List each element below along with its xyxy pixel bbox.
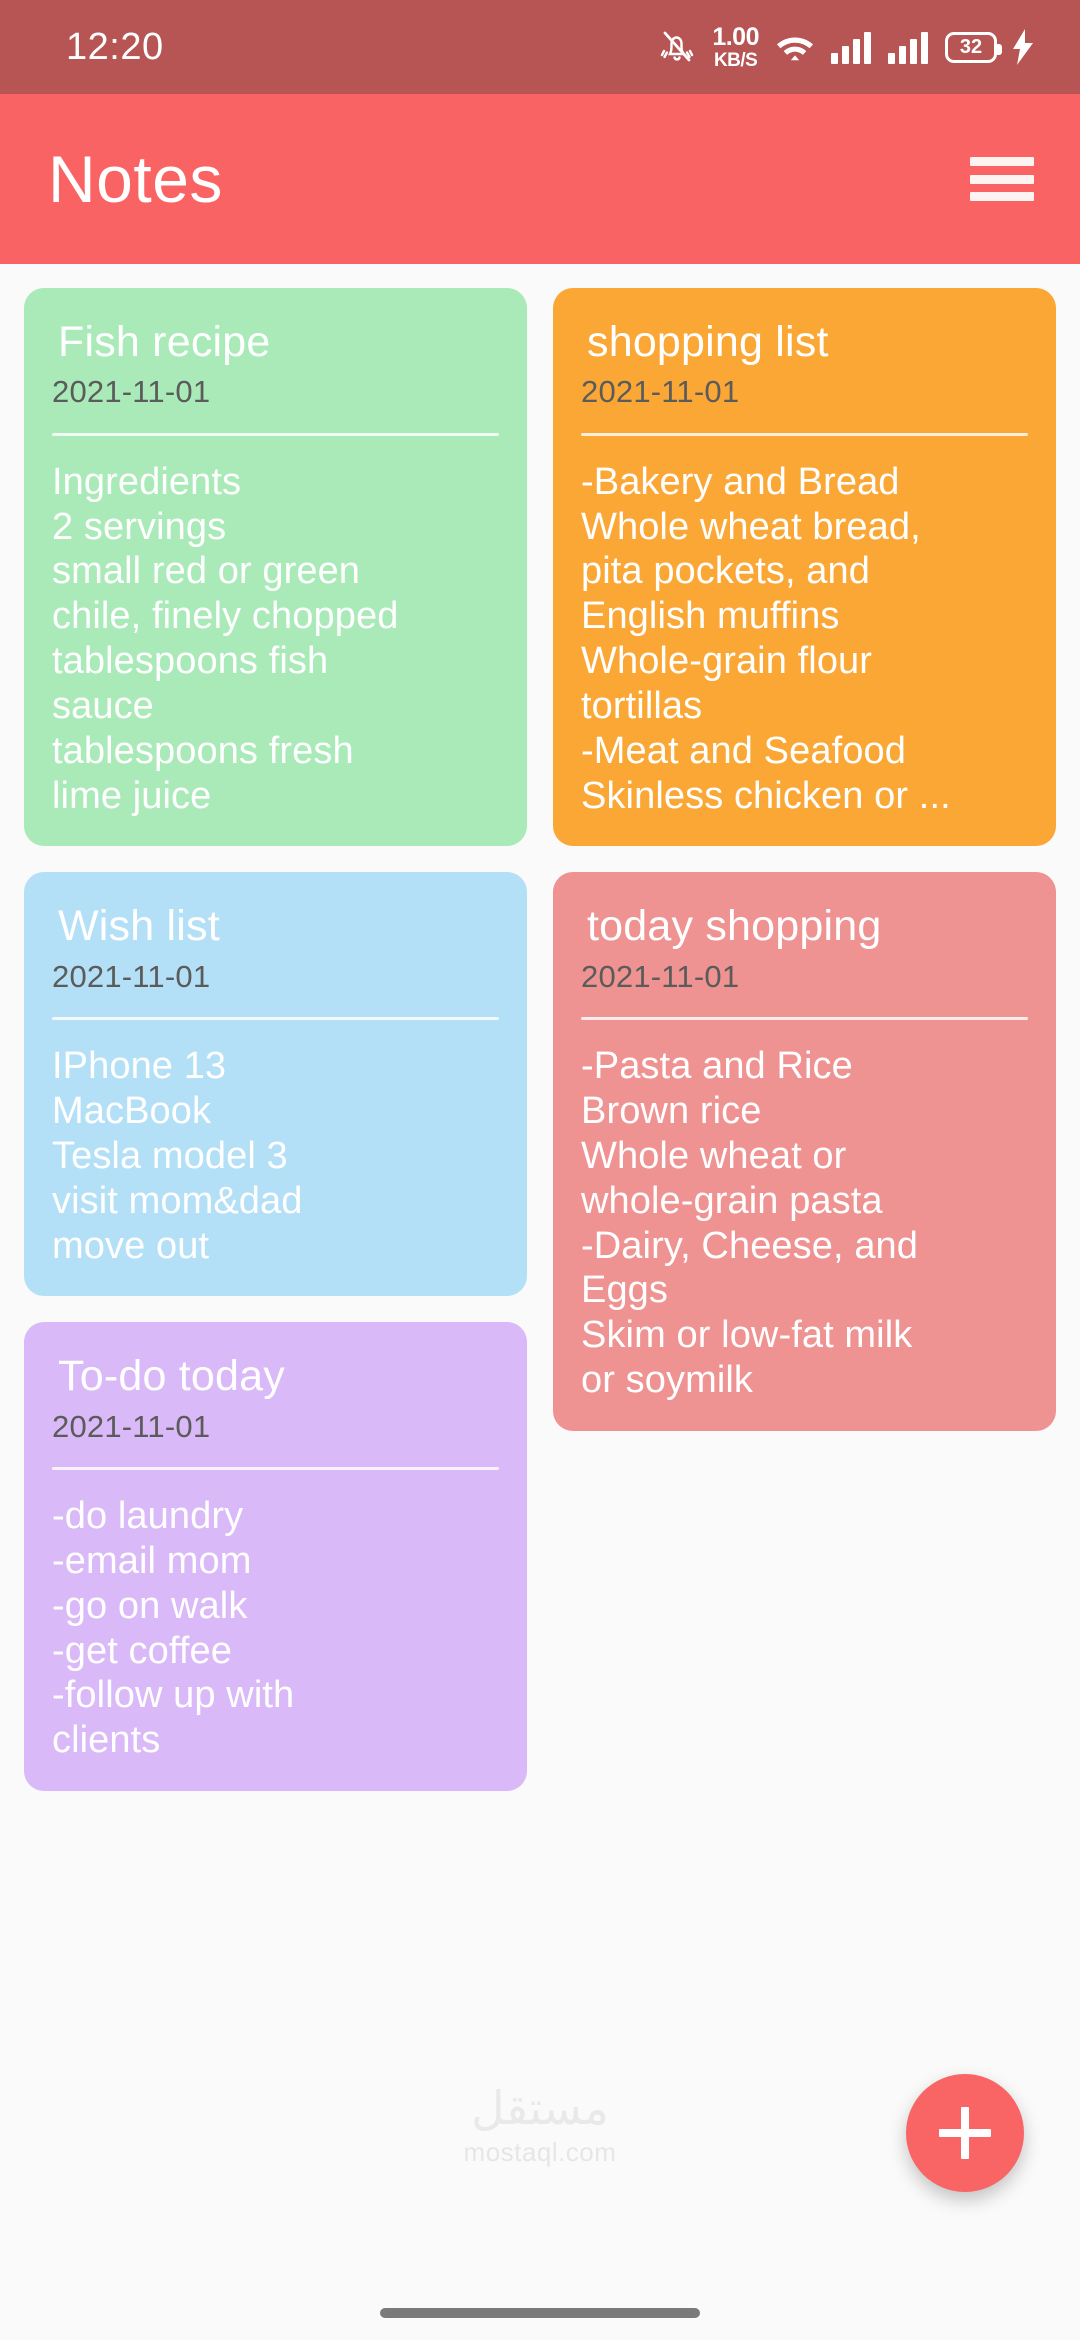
notes-grid: Fish recipe 2021-11-01 Ingredients 2 servi…: [24, 288, 1056, 1792]
home-gesture-pill[interactable]: [380, 2308, 700, 2318]
page-title: Notes: [48, 142, 223, 216]
network-speed-unit: KB/S: [713, 49, 758, 71]
note-card[interactable]: today shopping 2021-11-01 -Pasta and Rice …: [553, 872, 1056, 1431]
signal-icon: [831, 30, 871, 64]
charging-bolt-icon: [1013, 29, 1033, 65]
notes-column-right: shopping list 2021-11-01 -Bakery and Bread…: [553, 288, 1056, 1431]
note-divider: [52, 1017, 499, 1021]
notes-list: Fish recipe 2021-11-01 Ingredients 2 servi…: [0, 264, 1080, 1792]
note-title: Fish recipe: [58, 318, 271, 366]
note-date: 2021-11-01: [52, 1408, 211, 1444]
note-divider: [52, 432, 499, 436]
hamburger-menu-icon[interactable]: [966, 151, 1038, 207]
mute-icon: [661, 31, 694, 62]
battery-level: 32: [959, 36, 983, 58]
battery-icon: 32: [945, 31, 1002, 63]
note-title: shopping list: [587, 318, 829, 366]
note-body: Ingredients 2 servings small red or gree…: [52, 460, 399, 817]
note-card[interactable]: shopping list 2021-11-01 -Bakery and Bread…: [553, 288, 1056, 847]
network-speed: 1.00 KB/S: [712, 22, 759, 71]
note-title: today shopping: [587, 902, 882, 951]
note-divider: [581, 432, 1028, 436]
note-body: -Bakery and Bread Whole wheat bread, pit…: [581, 460, 951, 817]
note-date: 2021-11-01: [581, 374, 740, 410]
note-body: -do laundry -email mom -go on walk -get …: [52, 1495, 295, 1762]
app-bar: Notes: [0, 94, 1080, 264]
watermark-domain: mostaql.com: [463, 2137, 617, 2167]
note-card[interactable]: To-do today 2021-11-01 -do laundry -email …: [24, 1322, 527, 1792]
note-divider: [52, 1467, 499, 1471]
signal-icon: [888, 30, 928, 64]
notes-column-left: Fish recipe 2021-11-01 Ingredients 2 servi…: [24, 288, 527, 1792]
plus-icon: [939, 2107, 991, 2159]
note-title: To-do today: [58, 1352, 285, 1401]
note-divider: [581, 1017, 1028, 1021]
watermark-arabic: مستقل: [471, 2082, 609, 2134]
app-screen: 12:20 1.00 KB/S 32 Notes Fish recipe 202…: [0, 0, 1080, 2340]
network-speed-value: 1.00: [712, 22, 759, 51]
note-card[interactable]: Wish list 2021-11-01 IPhone 13 MacBook Tes…: [24, 872, 527, 1297]
status-icons: 1.00 KB/S 32: [659, 22, 1034, 71]
note-date: 2021-11-01: [581, 958, 740, 994]
note-title: Wish list: [58, 902, 220, 951]
status-bar: 12:20 1.00 KB/S 32: [0, 0, 1080, 94]
note-body: -Pasta and Rice Brown rice Whole wheat o…: [581, 1045, 919, 1402]
wifi-icon: [777, 37, 813, 61]
note-date: 2021-11-01: [52, 958, 211, 994]
note-card[interactable]: Fish recipe 2021-11-01 Ingredients 2 servi…: [24, 288, 527, 847]
note-body: IPhone 13 MacBook Tesla model 3 visit mo…: [52, 1045, 303, 1267]
system-navigation-bar: [0, 2286, 1080, 2340]
note-date: 2021-11-01: [52, 374, 211, 410]
add-note-button[interactable]: [906, 2074, 1024, 2192]
status-clock: 12:20: [66, 26, 164, 68]
